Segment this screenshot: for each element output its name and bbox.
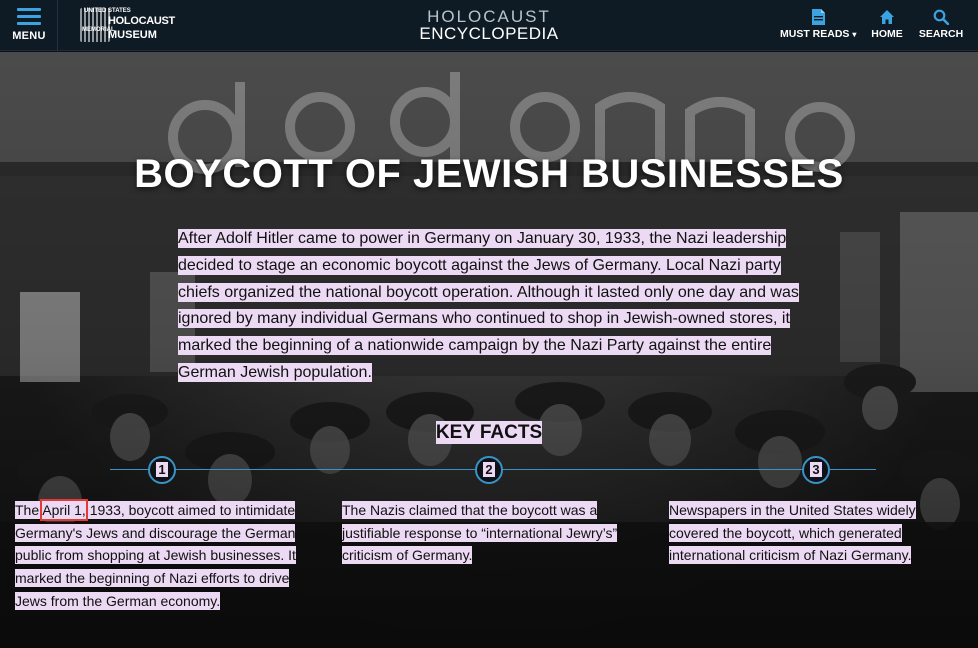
- intro-text: After Adolf Hitler came to power in Germ…: [178, 229, 799, 382]
- document-icon: [811, 9, 825, 25]
- top-nav-bar: MENU UNITED STATES HOLOCAUST MEMORIAL MU…: [0, 0, 978, 51]
- key-fact-1-date: April 1,: [40, 499, 88, 521]
- menu-label: MENU: [12, 30, 46, 42]
- home-icon: [880, 10, 894, 24]
- fact-number-1: 1: [148, 456, 176, 484]
- search-link[interactable]: SEARCH: [916, 9, 966, 43]
- fact-number-2-label: 2: [483, 462, 495, 477]
- must-reads-menu[interactable]: MUST READS ▾: [780, 9, 856, 43]
- fact-number-3-label: 3: [810, 462, 822, 477]
- fact-number-1-label: 1: [156, 462, 168, 477]
- hamburger-icon: [17, 8, 41, 26]
- logo-line-1: UNITED STATES: [84, 8, 131, 14]
- home-label: HOME: [871, 28, 903, 40]
- key-fact-2-text: The Nazis claimed that the boycott was a…: [342, 501, 618, 565]
- site-title-line-2: ENCYCLOPEDIA: [419, 24, 559, 43]
- site-title-link[interactable]: HOLOCAUST ENCYCLOPEDIA: [389, 8, 589, 43]
- site-title-line-1: HOLOCAUST: [427, 7, 551, 26]
- key-facts-label: KEY FACTS: [435, 421, 543, 444]
- search-label: SEARCH: [918, 28, 964, 40]
- home-link[interactable]: HOME: [866, 9, 908, 43]
- key-fact-1-prefix: The: [15, 501, 43, 519]
- fact-number-2: 2: [475, 456, 503, 484]
- must-reads-label: MUST READS: [780, 28, 850, 40]
- key-fact-1: The April 1, 1933, boycott aimed to inti…: [15, 499, 315, 613]
- logo-line-2: HOLOCAUST: [108, 15, 175, 27]
- key-fact-3-text: Newspapers in the United States widely c…: [669, 501, 916, 565]
- logo-line-4: MUSEUM: [108, 29, 157, 41]
- menu-button[interactable]: MENU: [0, 0, 58, 51]
- key-fact-3: Newspapers in the United States widely c…: [669, 499, 969, 567]
- intro-paragraph: After Adolf Hitler came to power in Germ…: [178, 226, 802, 387]
- museum-logo[interactable]: UNITED STATES HOLOCAUST MEMORIAL MUSEUM: [80, 8, 175, 44]
- key-fact-2: The Nazis claimed that the boycott was a…: [342, 499, 642, 567]
- fact-number-3: 3: [802, 456, 830, 484]
- search-icon: [933, 9, 949, 25]
- key-facts-heading: KEY FACTS: [0, 421, 978, 445]
- page-title: BOYCOTT OF JEWISH BUSINESSES: [134, 152, 844, 196]
- chevron-down-icon: ▾: [852, 30, 857, 39]
